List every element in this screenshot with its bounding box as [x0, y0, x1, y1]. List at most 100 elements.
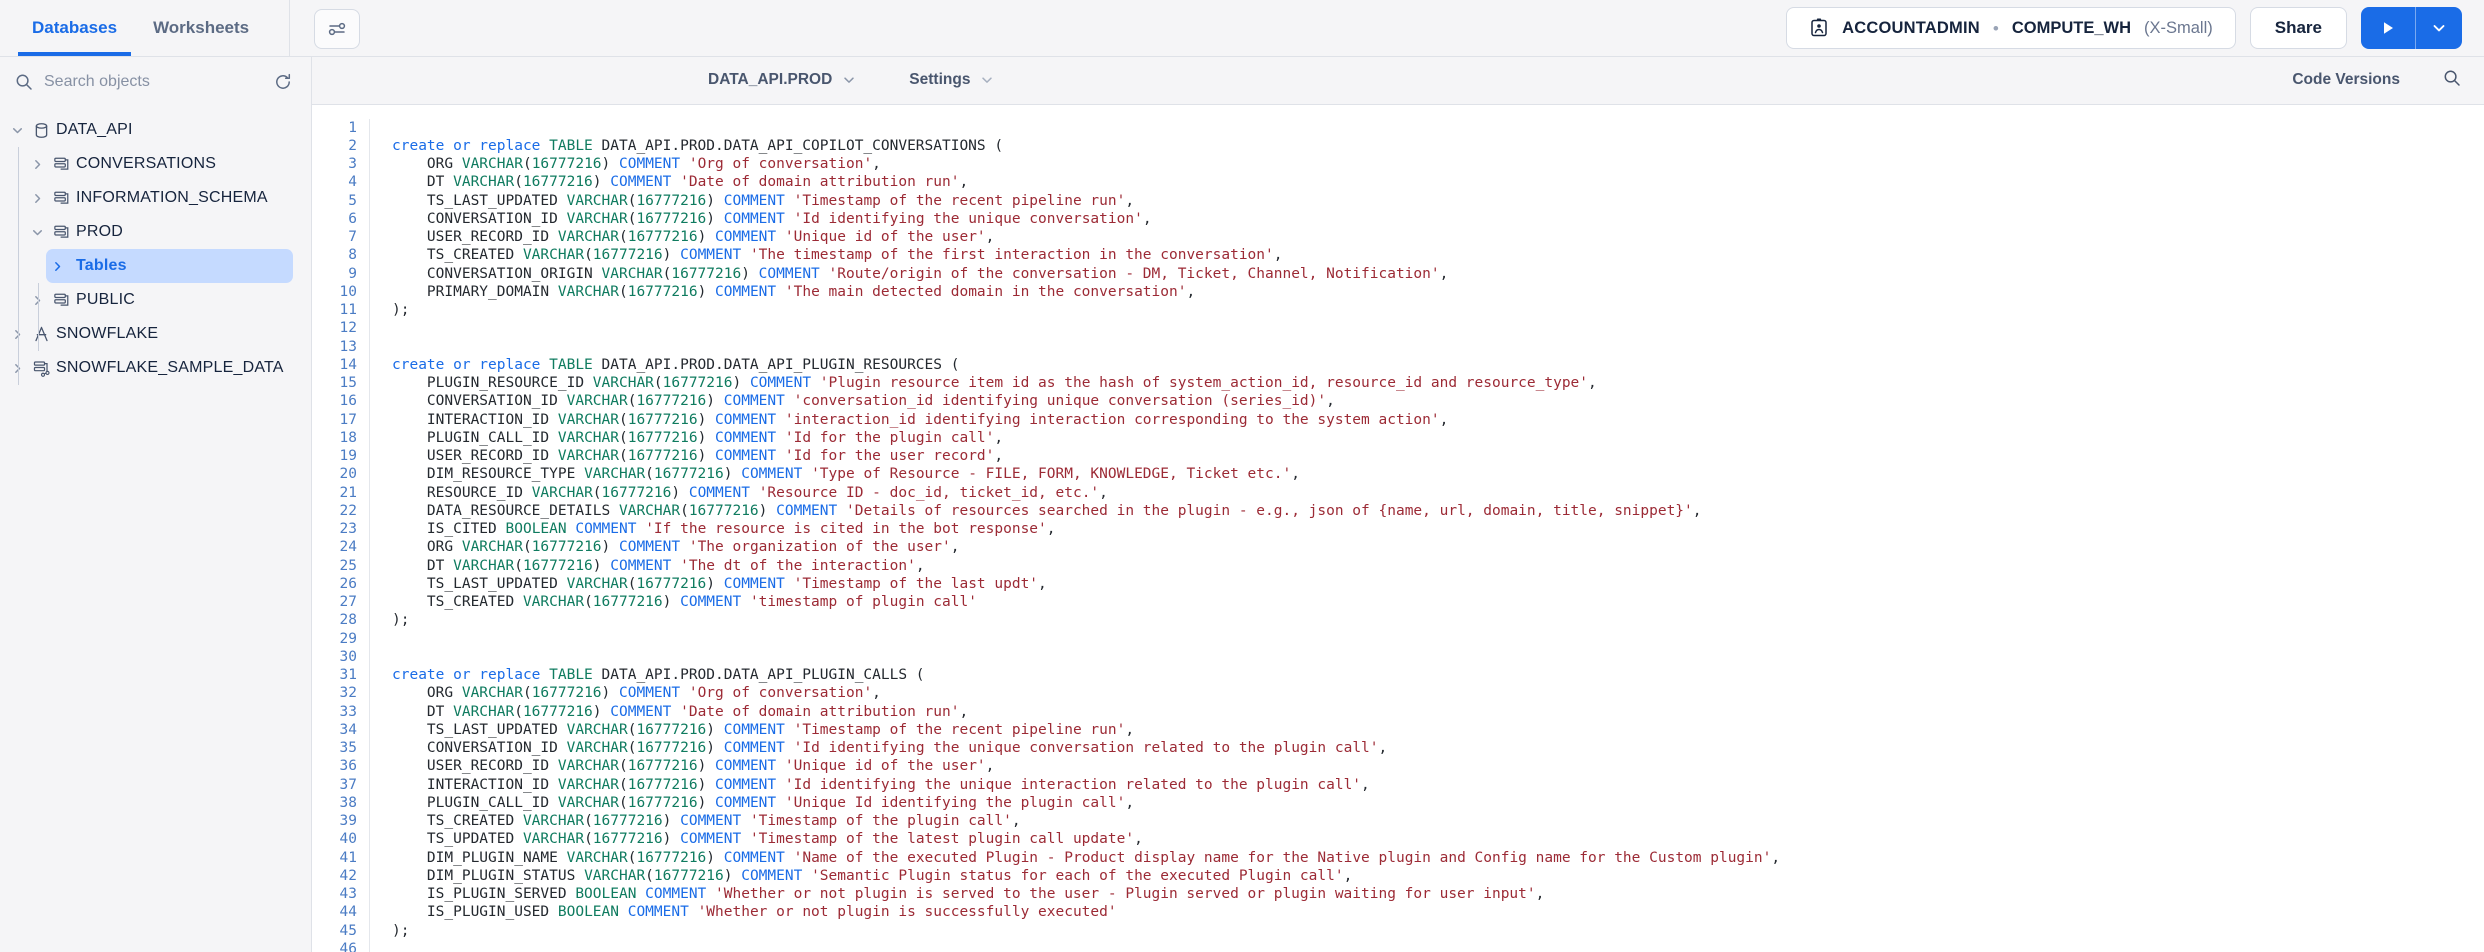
line-number: 7	[348, 229, 357, 246]
code-line[interactable]: );	[392, 611, 2484, 629]
code-line[interactable]: create or replace TABLE DATA_API.PROD.DA…	[392, 356, 2484, 374]
tree-item-snowflake-sample-data[interactable]: SNOWFLAKE_SAMPLE_DATA	[6, 351, 311, 385]
code-line[interactable]: CONVERSATION_ID VARCHAR(16777216) COMMEN…	[392, 739, 2484, 757]
code-line[interactable]: PLUGIN_RESOURCE_ID VARCHAR(16777216) COM…	[392, 374, 2484, 392]
code-line[interactable]: CONVERSATION_ORIGIN VARCHAR(16777216) CO…	[392, 265, 2484, 283]
code-line[interactable]: create or replace TABLE DATA_API.PROD.DA…	[392, 137, 2484, 155]
chevron-right-icon[interactable]	[26, 157, 48, 172]
code-token-fn: COMMENT	[610, 703, 672, 720]
tree-item-conversations[interactable]: CONVERSATIONS	[26, 147, 311, 181]
code-token-typ: VARCHAR	[557, 776, 619, 793]
code-line[interactable]: PRIMARY_DOMAIN VARCHAR(16777216) COMMENT…	[392, 283, 2484, 301]
code-line[interactable]: DT VARCHAR(16777216) COMMENT 'The dt of …	[392, 557, 2484, 575]
code-line[interactable]: IS_PLUGIN_USED BOOLEAN COMMENT 'Whether …	[392, 903, 2484, 921]
code-line[interactable]: create or replace TABLE DATA_API.PROD.DA…	[392, 666, 2484, 684]
code-token-id	[636, 521, 645, 537]
code-line[interactable]: DT VARCHAR(16777216) COMMENT 'Date of do…	[392, 703, 2484, 721]
code-area[interactable]: 1 2 3 4 5 6 7 8 9 10 11 12 13 14 15 16 17 18 19 20 21 22 23 24 2…	[312, 104, 2484, 952]
code-line[interactable]: CONVERSATION_ID VARCHAR(16777216) COMMEN…	[392, 392, 2484, 410]
code-line[interactable]: INTERACTION_ID VARCHAR(16777216) COMMENT…	[392, 776, 2484, 794]
run-options-button[interactable]	[2416, 7, 2462, 49]
code-token-id	[776, 758, 785, 774]
editor-context-selector[interactable]: DATA_API.PROD	[708, 71, 857, 89]
code-line[interactable]: INTERACTION_ID VARCHAR(16777216) COMMENT…	[392, 411, 2484, 429]
code-token-id: DT	[392, 703, 454, 720]
code-line[interactable]	[392, 630, 2484, 648]
code-line[interactable]: DT VARCHAR(16777216) COMMENT 'Date of do…	[392, 173, 2484, 191]
refresh-icon[interactable]	[273, 72, 293, 92]
code-line[interactable]: DIM_PLUGIN_STATUS VARCHAR(16777216) COMM…	[392, 867, 2484, 885]
code-line[interactable]: USER_RECORD_ID VARCHAR(16777216) COMMENT…	[392, 447, 2484, 465]
chevron-right-icon[interactable]	[26, 293, 48, 308]
code-line[interactable]: DIM_PLUGIN_NAME VARCHAR(16777216) COMMEN…	[392, 849, 2484, 867]
chevron-down-icon[interactable]	[26, 225, 48, 240]
tab-worksheets[interactable]: Worksheets	[135, 0, 267, 56]
code-line[interactable]: TS_CREATED VARCHAR(16777216) COMMENT 'ti…	[392, 593, 2484, 611]
code-versions-button[interactable]: Code Versions	[2292, 71, 2400, 89]
code-token-id: )	[671, 484, 689, 501]
code-token-id	[785, 211, 794, 227]
code-token-typ: VARCHAR	[566, 740, 628, 757]
tab-databases[interactable]: Databases	[14, 0, 135, 56]
code-line[interactable]: USER_RECORD_ID VARCHAR(16777216) COMMENT…	[392, 757, 2484, 775]
code-token-id: ,	[994, 429, 1004, 446]
code-line[interactable]	[392, 338, 2484, 356]
tree-item-public[interactable]: PUBLIC	[26, 283, 311, 317]
code-line[interactable]: DIM_RESOURCE_TYPE VARCHAR(16777216) COMM…	[392, 465, 2484, 483]
chevron-right-icon[interactable]	[6, 361, 28, 376]
code-line[interactable]: CONVERSATION_ID VARCHAR(16777216) COMMEN…	[392, 210, 2484, 228]
code-line[interactable]: IS_PLUGIN_SERVED BOOLEAN COMMENT 'Whethe…	[392, 885, 2484, 903]
code-line[interactable]: TS_LAST_UPDATED VARCHAR(16777216) COMMEN…	[392, 575, 2484, 593]
code-token-num: 16777216	[592, 247, 663, 264]
chevron-down-icon[interactable]	[6, 123, 28, 138]
code-line[interactable]: TS_LAST_UPDATED VARCHAR(16777216) COMMEN…	[392, 721, 2484, 739]
line-number: 15	[339, 375, 357, 392]
code-line[interactable]: IS_CITED BOOLEAN COMMENT 'If the resourc…	[392, 520, 2484, 538]
code-line[interactable]: USER_RECORD_ID VARCHAR(16777216) COMMENT…	[392, 228, 2484, 246]
tree-item-snowflake[interactable]: SNOWFLAKE	[6, 317, 311, 351]
code-token-typ: VARCHAR	[461, 539, 523, 556]
code-line[interactable]: RESOURCE_ID VARCHAR(16777216) COMMENT 'R…	[392, 484, 2484, 502]
code-line[interactable]: TS_CREATED VARCHAR(16777216) COMMENT 'Th…	[392, 246, 2484, 264]
code-line[interactable]: ORG VARCHAR(16777216) COMMENT 'Org of co…	[392, 155, 2484, 173]
chevron-right-icon[interactable]	[46, 259, 68, 274]
code-token-id	[776, 448, 785, 464]
code-line[interactable]: TS_UPDATED VARCHAR(16777216) COMMENT 'Ti…	[392, 830, 2484, 848]
share-button[interactable]: Share	[2249, 7, 2347, 49]
code-token-typ: VARCHAR	[566, 849, 628, 866]
sliders-settings-button[interactable]	[314, 9, 361, 49]
code-line[interactable]	[392, 648, 2484, 666]
chevron-right-icon[interactable]	[26, 191, 48, 206]
code-token-fn: COMMENT	[741, 466, 803, 483]
code-line[interactable]: TS_CREATED VARCHAR(16777216) COMMENT 'Ti…	[392, 812, 2484, 830]
code-line[interactable]: ORG VARCHAR(16777216) COMMENT 'The organ…	[392, 538, 2484, 556]
code-line[interactable]: PLUGIN_CALL_ID VARCHAR(16777216) COMMENT…	[392, 429, 2484, 447]
code-token-str: 'The main detected domain in the convers…	[784, 283, 1187, 300]
code-token-id	[671, 704, 680, 720]
code-line[interactable]: PLUGIN_CALL_ID VARCHAR(16777216) COMMENT…	[392, 794, 2484, 812]
search-input[interactable]	[44, 73, 265, 91]
code-token-str: 'Date of domain attribution run'	[680, 703, 960, 720]
session-context-pill[interactable]: ACCOUNTADMIN • COMPUTE_WH (X-Small)	[1786, 7, 2236, 49]
code-line[interactable]: );	[392, 301, 2484, 319]
code-line[interactable]: ORG VARCHAR(16777216) COMMENT 'Org of co…	[392, 684, 2484, 702]
tree-item-tables[interactable]: Tables	[46, 249, 293, 283]
code-line[interactable]: TS_LAST_UPDATED VARCHAR(16777216) COMMEN…	[392, 192, 2484, 210]
sql-code-content[interactable]: create or replace TABLE DATA_API.PROD.DA…	[370, 119, 2484, 952]
code-line[interactable]	[392, 940, 2484, 952]
tree-item-label: SNOWFLAKE_SAMPLE_DATA	[56, 359, 284, 376]
code-line[interactable]: DATA_RESOURCE_DETAILS VARCHAR(16777216) …	[392, 502, 2484, 520]
tree-item-information-schema[interactable]: INFORMATION_SCHEMA	[26, 181, 311, 215]
code-token-num: 16777216	[636, 721, 707, 738]
code-line[interactable]	[392, 119, 2484, 137]
top-bar-right: ACCOUNTADMIN • COMPUTE_WH (X-Small) Shar…	[1786, 0, 2484, 56]
code-line[interactable]	[392, 319, 2484, 337]
editor-search-icon[interactable]	[2442, 68, 2462, 93]
tree-item-data-api[interactable]: DATA_API	[6, 113, 311, 147]
editor-settings-menu[interactable]: Settings	[909, 71, 995, 89]
code-token-str: 'If the resource is cited in the bot res…	[645, 521, 1047, 538]
run-button[interactable]	[2361, 7, 2415, 49]
tree-item-prod[interactable]: PROD	[26, 215, 311, 249]
chevron-right-icon[interactable]	[6, 327, 28, 342]
code-line[interactable]: );	[392, 922, 2484, 940]
